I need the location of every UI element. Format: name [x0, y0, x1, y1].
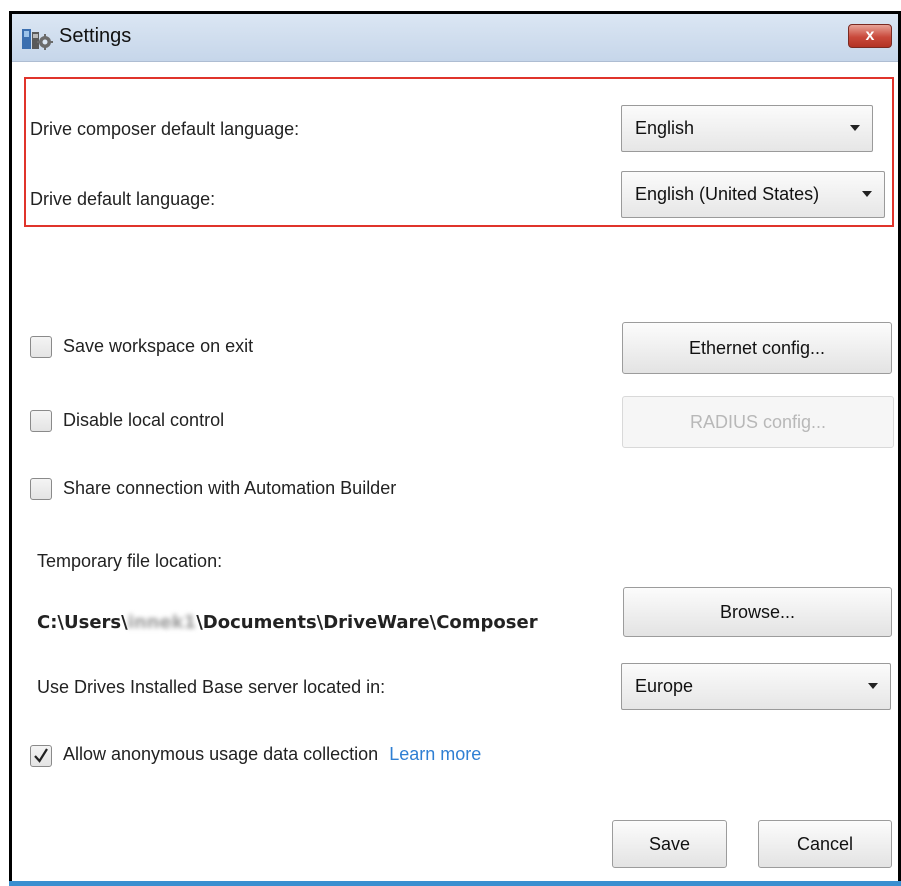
ethernet-config-button[interactable]: Ethernet config... [622, 322, 892, 374]
chevron-down-icon [868, 683, 878, 689]
share-connection-checkbox[interactable] [30, 478, 52, 500]
app-icon [21, 27, 53, 51]
window-bottom-border [9, 881, 901, 886]
save-workspace-checkbox[interactable] [30, 336, 52, 358]
composer-language-value: English [635, 118, 695, 138]
drive-language-label: Drive default language: [30, 189, 216, 209]
path-suffix: \Documents\DriveWare\Composer [196, 612, 538, 633]
settings-dialog: Settings x Drive composer default langua… [9, 11, 901, 886]
path-blurred-username: innek1 [127, 612, 197, 633]
close-icon: x [865, 27, 875, 44]
usage-data-checkbox[interactable] [30, 745, 52, 767]
server-location-label: Use Drives Installed Base server located… [37, 677, 386, 697]
chevron-down-icon [862, 191, 872, 197]
share-connection-label: Share connection with Automation Builder [63, 478, 397, 498]
drive-language-dropdown[interactable]: English (United States) [621, 171, 885, 218]
server-location-dropdown[interactable]: Europe [621, 663, 891, 710]
usage-data-text: Allow anonymous usage data collection [63, 744, 379, 764]
usage-data-label: Allow anonymous usage data collection Le… [63, 744, 481, 765]
radius-config-button: RADIUS config... [622, 396, 894, 448]
temp-file-location-label: Temporary file location: [37, 551, 223, 571]
save-button[interactable]: Save [612, 820, 727, 868]
checkmark-icon [34, 748, 48, 763]
composer-language-dropdown[interactable]: English [621, 105, 873, 152]
temp-file-path: C:\Users\innek1\Documents\DriveWare\Comp… [37, 612, 538, 633]
close-button[interactable]: x [848, 24, 892, 48]
cancel-button[interactable]: Cancel [758, 820, 892, 868]
chevron-down-icon [850, 125, 860, 131]
save-workspace-label: Save workspace on exit [63, 336, 254, 356]
document-top-strip [0, 0, 901, 11]
disable-local-control-checkbox[interactable] [30, 410, 52, 432]
learn-more-link[interactable]: Learn more [389, 744, 481, 764]
window-title: Settings [59, 25, 132, 47]
composer-language-label: Drive composer default language: [30, 119, 300, 139]
disable-local-control-label: Disable local control [63, 410, 225, 430]
server-location-value: Europe [635, 676, 694, 696]
drive-language-value: English (United States) [635, 184, 820, 204]
title-bar: Settings x [12, 14, 898, 62]
path-prefix: C:\Users\ [37, 612, 128, 633]
browse-button[interactable]: Browse... [623, 587, 892, 637]
